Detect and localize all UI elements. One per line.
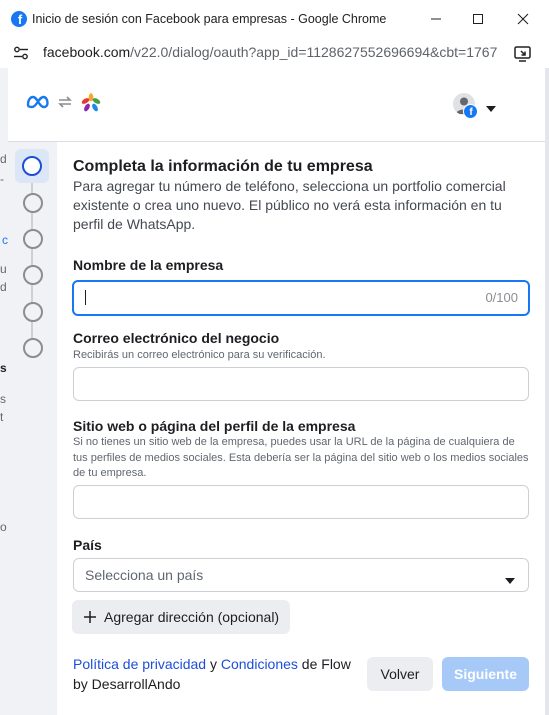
country-placeholder: Selecciona un país bbox=[85, 567, 204, 583]
step-5 bbox=[23, 302, 43, 322]
country-select[interactable]: Selecciona un país bbox=[73, 558, 529, 592]
background-fragment: o bbox=[0, 520, 7, 534]
open-in-app-icon[interactable] bbox=[513, 43, 533, 68]
address-bar[interactable]: facebook.com/v22.0/dialog/oauth?app_id=1… bbox=[0, 38, 549, 68]
footer-and-text: y bbox=[206, 656, 221, 672]
close-icon bbox=[517, 13, 529, 25]
background-fragment: d bbox=[0, 280, 7, 294]
app-logo-icon bbox=[80, 92, 102, 119]
background-fragment: - bbox=[0, 172, 4, 186]
background-fragment: s bbox=[0, 361, 7, 375]
minimize-icon bbox=[431, 18, 441, 20]
url-text[interactable]: facebook.com/v22.0/dialog/oauth?app_id=1… bbox=[43, 44, 498, 60]
meta-logo-icon bbox=[26, 95, 50, 114]
step-2 bbox=[23, 193, 43, 213]
email-field[interactable] bbox=[73, 367, 529, 401]
add-address-label: Agregar dirección (opcional) bbox=[104, 609, 280, 625]
site-settings-icon[interactable] bbox=[13, 45, 29, 66]
next-button[interactable]: Siguiente bbox=[442, 657, 529, 691]
character-counter: 0/100 bbox=[485, 290, 518, 305]
background-page-right bbox=[545, 68, 549, 715]
privacy-policy-link[interactable]: Política de privacidad bbox=[73, 656, 206, 672]
window-title: Inicio de sesión con Facebook para empre… bbox=[32, 12, 387, 26]
business-name-label: Nombre de la empresa bbox=[73, 257, 224, 273]
country-label: País bbox=[73, 537, 102, 553]
dialog-header: f bbox=[8, 68, 545, 142]
progress-stepper bbox=[8, 142, 57, 715]
footer-legal-text: Política de privacidad y Condiciones de … bbox=[73, 654, 363, 694]
facebook-badge-icon: f bbox=[463, 104, 478, 119]
business-info-form: Completa la información de tu empresa Pa… bbox=[57, 142, 545, 715]
website-hint: Si no tienes un sitio web de la empresa,… bbox=[73, 436, 529, 479]
background-fragment: u bbox=[0, 262, 7, 276]
terms-link[interactable]: Condiciones bbox=[221, 656, 298, 672]
step-1-current bbox=[15, 149, 49, 183]
minimize-button[interactable] bbox=[425, 8, 447, 30]
background-fragment: t bbox=[0, 410, 4, 424]
close-window-button[interactable] bbox=[512, 8, 534, 30]
account-menu-caret-icon[interactable] bbox=[485, 100, 497, 118]
form-title: Completa la información de tu empresa bbox=[73, 158, 373, 175]
email-label: Correo electrónico del negocio bbox=[73, 330, 280, 346]
url-host: facebook.com bbox=[43, 44, 131, 60]
add-address-button[interactable]: Agregar dirección (opcional) bbox=[72, 600, 290, 634]
dropdown-arrow-icon bbox=[504, 572, 516, 590]
background-fragment: d bbox=[0, 152, 7, 166]
back-button[interactable]: Volver bbox=[367, 657, 433, 691]
website-field[interactable] bbox=[73, 485, 529, 519]
plus-icon bbox=[84, 611, 96, 623]
step-3 bbox=[23, 229, 43, 249]
maximize-icon bbox=[473, 14, 483, 24]
background-fragment: s bbox=[0, 392, 6, 406]
step-4 bbox=[23, 265, 43, 285]
maximize-button[interactable] bbox=[467, 8, 489, 30]
window-title-bar: f Inicio de sesión con Facebook para emp… bbox=[0, 0, 549, 38]
email-hint: Recibirás un correo electrónico para su … bbox=[73, 349, 326, 361]
sync-icon bbox=[56, 94, 74, 115]
background-page-left: d - c u d s s t o bbox=[0, 68, 8, 715]
form-description: Para agregar tu número de teléfono, sele… bbox=[73, 178, 506, 232]
facebook-favicon-icon: f bbox=[11, 11, 27, 27]
website-label: Sitio web o página del perfil de la empr… bbox=[73, 418, 356, 434]
business-name-input[interactable]: 0/100 bbox=[72, 280, 530, 316]
url-path: /v22.0/dialog/oauth?app_id=1128627552696… bbox=[130, 44, 498, 60]
step-6 bbox=[23, 338, 43, 358]
text-cursor bbox=[85, 290, 86, 305]
